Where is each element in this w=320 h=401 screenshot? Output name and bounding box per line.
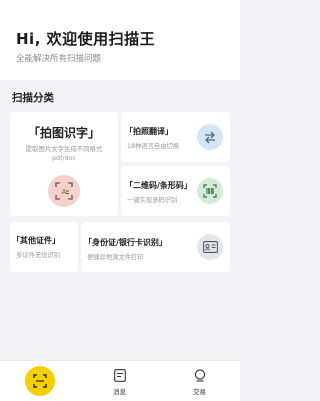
card-qrcode-title: 「二维码/条形码」 bbox=[125, 181, 192, 190]
page-subtitle: 全能解决所有扫描问题 bbox=[16, 54, 102, 64]
card-qrcode-desc: 一键实现多码识别 bbox=[127, 197, 178, 204]
svg-text:A: A bbox=[62, 188, 67, 196]
card-other-id[interactable]: 「其他证件」 多证件无忧识别 bbox=[10, 222, 78, 272]
card-photo-text[interactable]: 「拍图识字」 提取图片文字生成不同格式pdf/doc A bbox=[10, 112, 118, 216]
tab-trade-label: 交易 bbox=[193, 388, 206, 396]
card-photo-text-desc: 提取图片文字生成不同格式pdf/doc bbox=[25, 145, 103, 162]
scan-icon bbox=[33, 374, 47, 388]
trade-icon bbox=[194, 369, 206, 382]
header: Hi, 欢迎使用扫描王 全能解决所有扫描问题 bbox=[0, 0, 240, 80]
card-photo-text-title: 「拍图识字」 bbox=[27, 126, 100, 140]
card-translate-desc: 18种语言自由切换 bbox=[127, 143, 180, 150]
message-icon bbox=[114, 369, 126, 382]
page-title: Hi, 欢迎使用扫描王 bbox=[16, 30, 156, 48]
card-id-card-title: 「身份证/银行卡识别」 bbox=[84, 238, 167, 247]
card-qrcode[interactable]: 「二维码/条形码」 一键实现多码识别 bbox=[121, 166, 230, 216]
card-other-id-title: 「其他证件」 bbox=[12, 236, 60, 245]
section-title: 扫描分类 bbox=[12, 92, 54, 104]
card-other-id-desc: 多证件无忧识别 bbox=[16, 252, 61, 259]
card-translate-title: 「拍照翻译」 bbox=[125, 127, 173, 136]
tab-messages-label: 消息 bbox=[113, 388, 126, 396]
text-scan-icon: A bbox=[48, 175, 80, 207]
card-translate[interactable]: 「拍照翻译」 18种语言自由切换 bbox=[121, 112, 230, 162]
card-id-card-desc: 便捷异地源文件打印 bbox=[87, 254, 144, 261]
translate-swap-icon bbox=[197, 124, 223, 150]
tab-scan[interactable] bbox=[25, 366, 55, 396]
tab-trade[interactable]: 交易 bbox=[188, 369, 212, 397]
id-card-icon bbox=[197, 234, 223, 260]
tab-bar: 消息 交易 bbox=[0, 360, 240, 401]
card-id-card[interactable]: 「身份证/银行卡识别」 便捷异地源文件打印 bbox=[81, 222, 230, 272]
barcode-scan-icon bbox=[197, 178, 223, 204]
tab-messages[interactable]: 消息 bbox=[108, 369, 132, 397]
